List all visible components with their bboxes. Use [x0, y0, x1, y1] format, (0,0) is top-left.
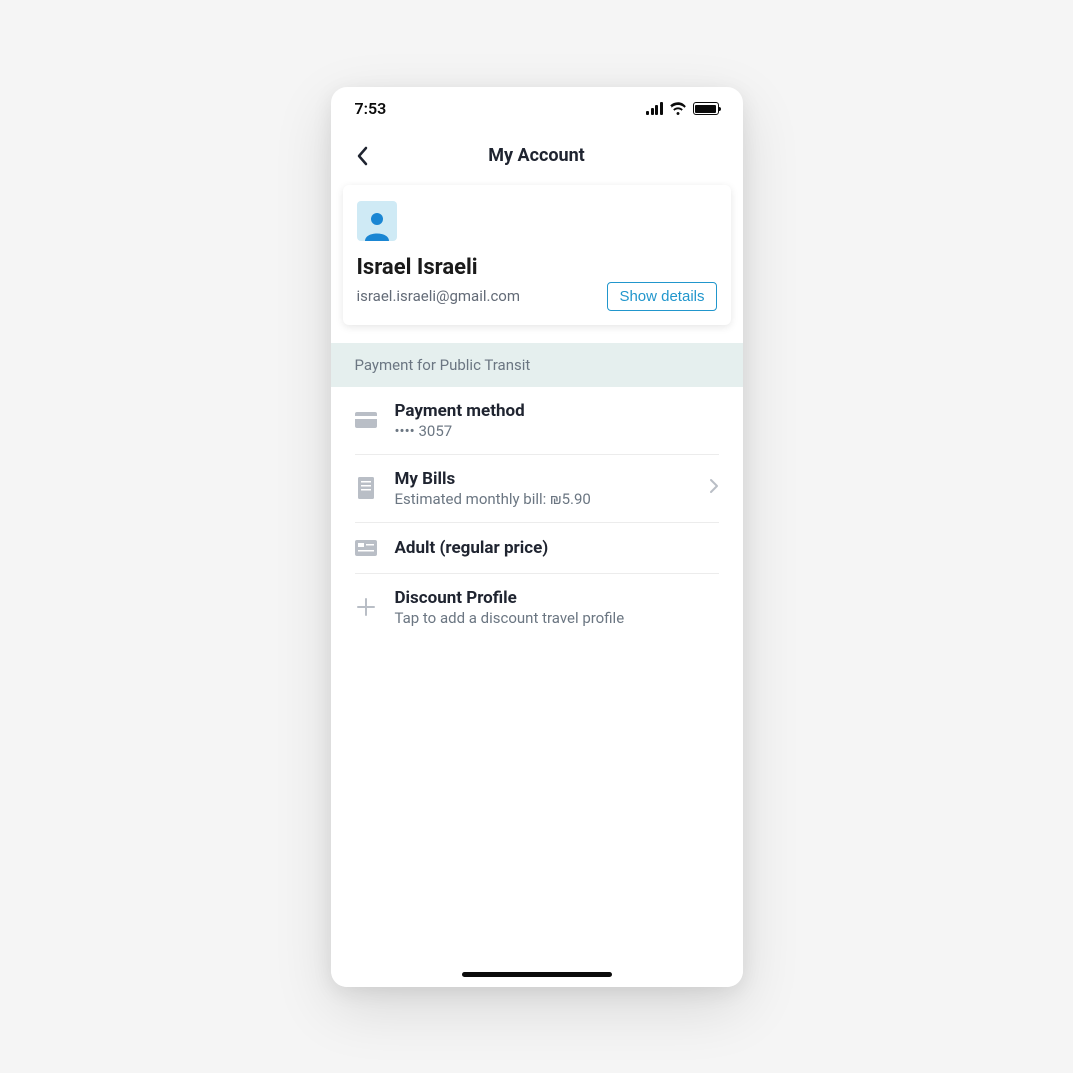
status-time: 7:53: [355, 99, 387, 118]
plus-icon: [355, 596, 377, 618]
show-details-button[interactable]: Show details: [607, 282, 716, 311]
battery-icon: [693, 102, 719, 115]
navigation-bar: My Account: [331, 131, 743, 181]
profile-name: Israel Israeli: [357, 255, 717, 280]
receipt-icon: [355, 477, 377, 499]
page-title: My Account: [331, 145, 743, 166]
fare-profile-item[interactable]: Adult (regular price): [355, 523, 719, 574]
my-bills-item[interactable]: My Bills Estimated monthly bill: ₪5.90: [355, 455, 719, 523]
discount-profile-subtitle: Tap to add a discount travel profile: [395, 609, 719, 627]
avatar: [357, 201, 397, 241]
wifi-icon: [669, 102, 687, 115]
payment-method-item[interactable]: Payment method •••• 3057: [355, 387, 719, 455]
back-button[interactable]: [347, 141, 377, 171]
my-bills-subtitle: Estimated monthly bill: ₪5.90: [395, 490, 691, 508]
chevron-left-icon: [356, 146, 368, 166]
profile-card: Israel Israeli israel.israeli@gmail.com …: [343, 185, 731, 325]
chevron-right-icon: [709, 478, 719, 498]
payment-method-last4: •••• 3057: [395, 422, 719, 440]
status-icons: [646, 102, 719, 115]
person-icon: [362, 209, 392, 241]
cellular-icon: [646, 102, 663, 115]
discount-profile-item[interactable]: Discount Profile Tap to add a discount t…: [355, 574, 719, 641]
phone-frame: 7:53 My Account Israe: [331, 87, 743, 987]
my-bills-title: My Bills: [395, 469, 691, 489]
id-card-icon: [355, 537, 377, 559]
profile-email: israel.israeli@gmail.com: [357, 287, 521, 305]
content-area: Israel Israeli israel.israeli@gmail.com …: [331, 181, 743, 987]
status-bar: 7:53: [331, 87, 743, 131]
fare-profile-title: Adult (regular price): [395, 538, 719, 558]
discount-profile-title: Discount Profile: [395, 588, 719, 608]
card-icon: [355, 409, 377, 431]
payment-method-title: Payment method: [395, 401, 719, 421]
home-indicator[interactable]: [462, 972, 612, 977]
section-header: Payment for Public Transit: [331, 343, 743, 387]
